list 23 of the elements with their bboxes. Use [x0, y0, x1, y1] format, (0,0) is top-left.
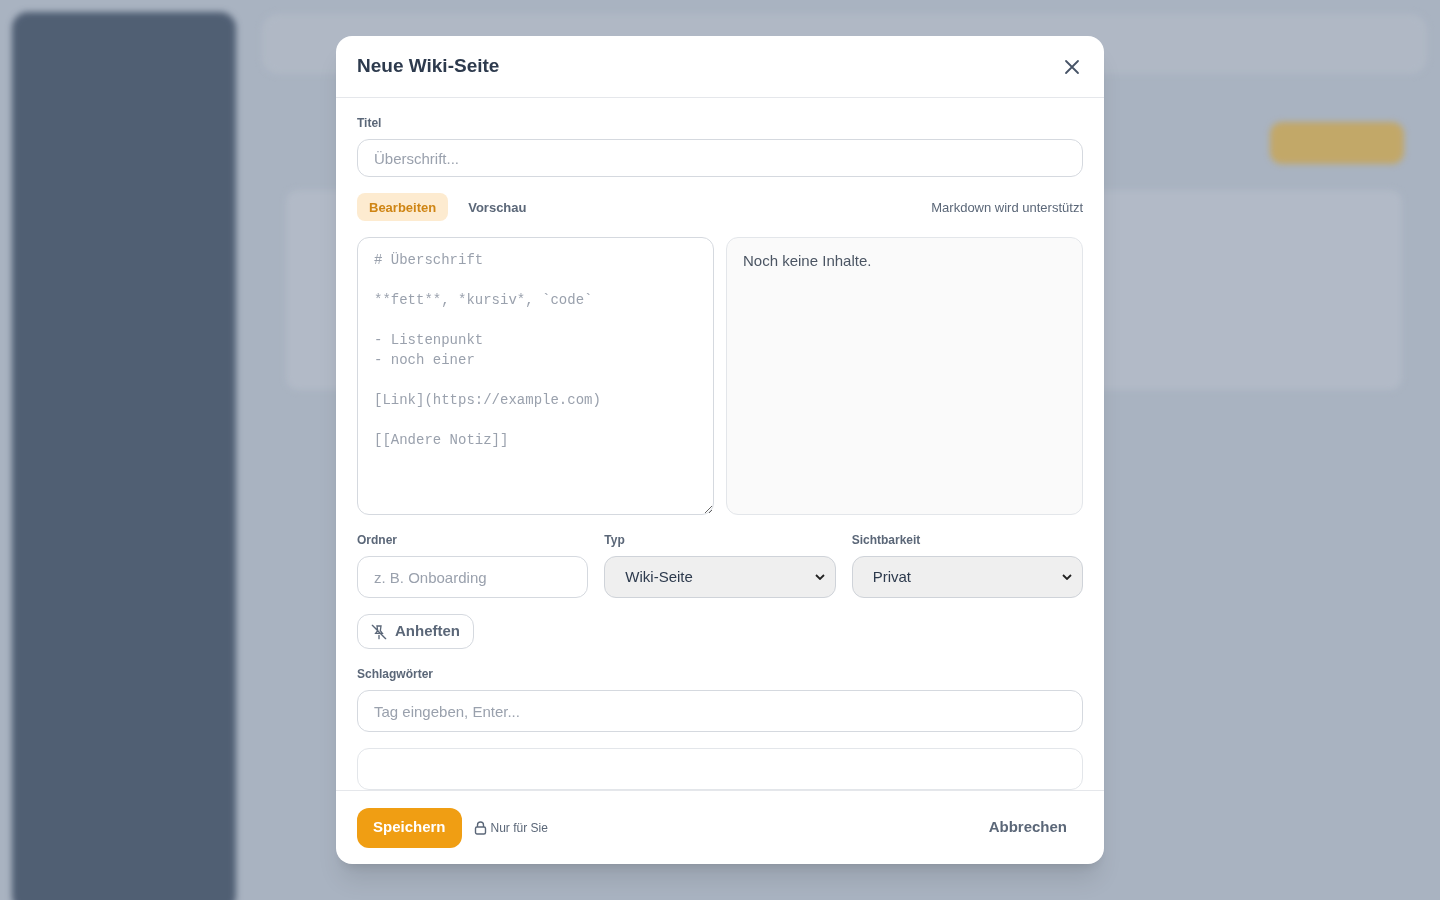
input-field[interactable]: z. B. Onboarding	[357, 556, 589, 599]
select-field[interactable]: Privat	[851, 556, 1083, 599]
field-label: Typ	[604, 532, 626, 550]
chevron-down-icon	[814, 574, 825, 581]
preview-text: Noch keine Inhalte.	[743, 251, 873, 272]
chevron-down-icon	[1062, 574, 1072, 581]
field-label: Schlagwörter	[357, 666, 435, 683]
cancel-button[interactable]: Abbrechen	[972, 807, 1083, 848]
markdown-editor[interactable]: # Überschrift **fett**, *kursiv*, `code` - Listenpunkt - noch einer [Link](https://example.com) [[Andere Notiz]]	[357, 237, 714, 516]
tab[interactable]: Vorschau	[456, 193, 539, 222]
visibility-note: Nur für Sie	[490, 819, 548, 837]
lock-icon	[473, 820, 487, 835]
pin-off-icon	[371, 623, 387, 640]
select-field[interactable]: Wiki-Seite	[604, 556, 836, 599]
field-label: Titel	[357, 115, 383, 132]
dialog-title: Neue Wiki-Seite	[357, 54, 500, 79]
field-label: Ordner	[357, 532, 398, 550]
field-label: Sichtbarkeit	[851, 532, 922, 550]
pin-button[interactable]: Anheften	[357, 614, 474, 649]
close-icon	[1064, 58, 1080, 75]
input-field[interactable]: Tag eingeben, Enter...	[357, 690, 1083, 732]
input-field[interactable]: Überschrift...	[357, 139, 1083, 178]
markdown-hint: Markdown wird unterstützt	[931, 198, 1083, 217]
